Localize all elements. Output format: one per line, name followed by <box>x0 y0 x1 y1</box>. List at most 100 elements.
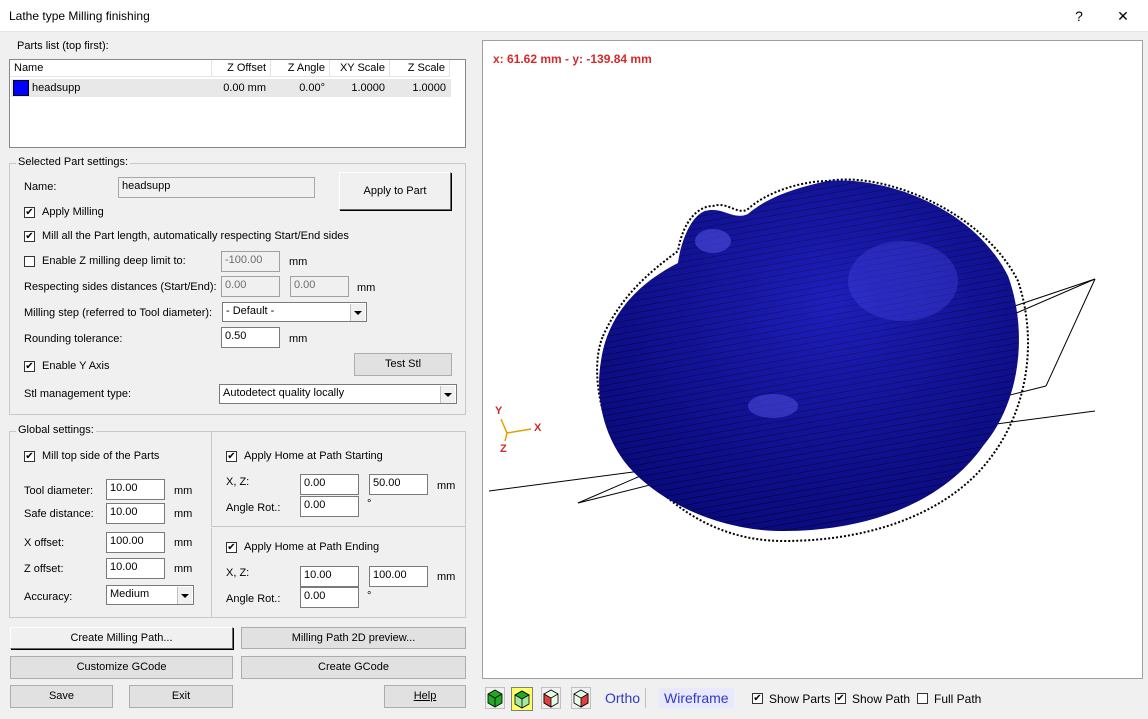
view-side-left-icon[interactable] <box>541 687 561 709</box>
close-icon[interactable]: ✕ <box>1100 0 1146 32</box>
create-gcode-button[interactable]: Create GCode <box>241 656 466 679</box>
home-end-angle-label: Angle Rot.: <box>226 593 281 605</box>
home-start-angle-unit: ° <box>367 498 372 510</box>
apply-milling-label: Apply Milling <box>42 206 104 218</box>
chevron-down-icon[interactable] <box>350 304 365 321</box>
mill-all-length-checkbox[interactable]: ✔ <box>24 231 35 242</box>
tool-diameter-label: Tool diameter: <box>24 485 94 497</box>
mill-all-length-label: Mill all the Part length, automatically … <box>42 230 349 242</box>
show-path-label: Show Path <box>852 692 911 706</box>
title-bar: Lathe type Milling finishing ? ✕ <box>0 0 1148 32</box>
milling-step-label: Milling step (referred to Tool diameter)… <box>24 307 213 319</box>
table-row[interactable]: headsupp 0.00 mm 0.00° 1.0000 1.0000 <box>11 79 451 97</box>
home-start-x-field[interactable]: 0.00 <box>300 474 359 495</box>
show-path-checkbox[interactable]: ✔ <box>835 693 846 704</box>
milling-step-value: - Default - <box>226 305 275 317</box>
home-end-x-field[interactable]: 10.00 <box>300 566 359 587</box>
ortho-toggle[interactable]: Ortho <box>600 688 647 708</box>
rounding-label: Rounding tolerance: <box>24 333 123 345</box>
3d-viewport[interactable]: x: 61.62 mm - y: -139.84 mm Y X Z <box>482 40 1143 679</box>
side-end-field[interactable]: 0.00 <box>290 276 349 297</box>
x-offset-label: X offset: <box>24 537 65 549</box>
home-end-checkbox[interactable]: ✔ <box>226 542 237 553</box>
part-color-swatch <box>13 80 29 96</box>
show-parts-checkbox[interactable]: ✔ <box>752 693 763 704</box>
customize-gcode-button[interactable]: Customize GCode <box>10 656 233 679</box>
nose-highlight <box>695 229 731 253</box>
home-start-angle-label: Angle Rot.: <box>226 502 281 514</box>
safe-distance-unit: mm <box>174 508 193 520</box>
z-offset-field[interactable]: 10.00 <box>106 558 165 579</box>
parts-list-label: Parts list (top first): <box>17 40 109 52</box>
axis-x-label: X <box>534 422 542 434</box>
apply-milling-checkbox[interactable]: ✔ <box>24 207 35 218</box>
help-icon[interactable]: ? <box>1056 0 1102 32</box>
home-end-angle-field[interactable]: 0.00 <box>300 587 359 608</box>
name-label: Name: <box>24 181 57 193</box>
axis-y-label: Y <box>495 405 503 417</box>
enable-z-limit-label: Enable Z milling deep limit to: <box>42 255 186 267</box>
part-z-angle-cell: 0.00° <box>299 82 325 94</box>
home-start-checkbox[interactable]: ✔ <box>226 451 237 462</box>
z-offset-unit: mm <box>174 563 193 575</box>
forehead-highlight <box>848 241 958 321</box>
save-button[interactable]: Save <box>10 685 113 708</box>
x-offset-field[interactable]: 100.00 <box>106 532 165 553</box>
wireframe-toggle[interactable]: Wireframe <box>659 688 734 708</box>
global-settings-legend: Global settings: <box>16 424 96 436</box>
part-z-offset-cell: 0.00 mm <box>223 82 266 94</box>
home-end-z-field[interactable]: 100.00 <box>369 566 428 587</box>
home-end-angle-unit: ° <box>367 590 372 602</box>
view-top-icon[interactable] <box>511 687 533 711</box>
mill-top-label: Mill top side of the Parts <box>42 450 160 462</box>
part-name-field[interactable]: headsupp <box>118 177 315 198</box>
head-shading <box>599 180 1019 531</box>
view-front-icon[interactable] <box>485 687 505 709</box>
column-z-offset[interactable]: Z Offset <box>212 60 271 77</box>
enable-y-axis-label: Enable Y Axis <box>42 360 110 372</box>
home-start-z-field[interactable]: 50.00 <box>369 474 428 495</box>
safe-distance-field[interactable]: 10.00 <box>106 503 165 524</box>
test-stl-button[interactable]: Test Stl <box>354 353 452 376</box>
column-xy-scale[interactable]: XY Scale <box>330 60 390 77</box>
accuracy-value: Medium <box>110 588 150 600</box>
stl-management-select[interactable]: Autodetect quality locally <box>219 384 457 404</box>
accuracy-select[interactable]: Medium <box>106 585 194 605</box>
z-limit-field[interactable]: -100.00 <box>221 251 280 272</box>
window-title: Lathe type Milling finishing <box>9 9 150 23</box>
full-path-checkbox[interactable] <box>917 693 928 704</box>
safe-distance-label: Safe distance: <box>24 508 94 520</box>
milling-step-select[interactable]: - Default - <box>222 302 367 322</box>
apply-to-part-button[interactable]: Apply to Part <box>339 172 451 210</box>
home-start-angle-field[interactable]: 0.00 <box>300 496 359 517</box>
stl-management-label: Stl management type: <box>24 388 132 400</box>
exit-button[interactable]: Exit <box>129 685 233 708</box>
rounding-unit: mm <box>289 333 308 345</box>
tool-diameter-field[interactable]: 10.00 <box>106 479 165 500</box>
help-button[interactable]: Help <box>384 685 466 708</box>
home-start-xz-label: X, Z: <box>226 476 250 488</box>
home-end-xz-label: X, Z: <box>226 567 250 579</box>
axis-z-label: Z <box>500 443 507 455</box>
chevron-down-icon[interactable] <box>177 587 192 604</box>
rounding-field[interactable]: 0.50 <box>221 327 280 348</box>
column-z-scale[interactable]: Z Scale <box>390 60 450 77</box>
home-start-unit: mm <box>437 480 456 492</box>
show-parts-label: Show Parts <box>769 692 831 706</box>
view-side-right-icon[interactable] <box>571 687 591 709</box>
milling-path-2d-preview-button[interactable]: Milling Path 2D preview... <box>241 627 466 649</box>
z-offset-label: Z offset: <box>24 563 64 575</box>
column-z-angle[interactable]: Z Angle <box>271 60 330 77</box>
tool-diameter-unit: mm <box>174 485 193 497</box>
part-z-scale-cell: 1.0000 <box>412 82 446 94</box>
mill-top-checkbox[interactable]: ✔ <box>24 451 35 462</box>
part-xy-scale-cell: 1.0000 <box>351 82 385 94</box>
create-milling-path-button[interactable]: Create Milling Path... <box>10 627 233 649</box>
enable-y-axis-checkbox[interactable]: ✔ <box>24 361 35 372</box>
chevron-down-icon[interactable] <box>440 386 455 403</box>
side-start-field[interactable]: 0.00 <box>221 276 280 297</box>
column-name[interactable]: Name <box>10 60 212 77</box>
parts-list[interactable]: Name Z Offset Z Angle XY Scale Z Scale h… <box>9 59 466 148</box>
enable-z-limit-checkbox[interactable] <box>24 256 35 267</box>
selected-part-legend: Selected Part settings: <box>16 156 131 168</box>
